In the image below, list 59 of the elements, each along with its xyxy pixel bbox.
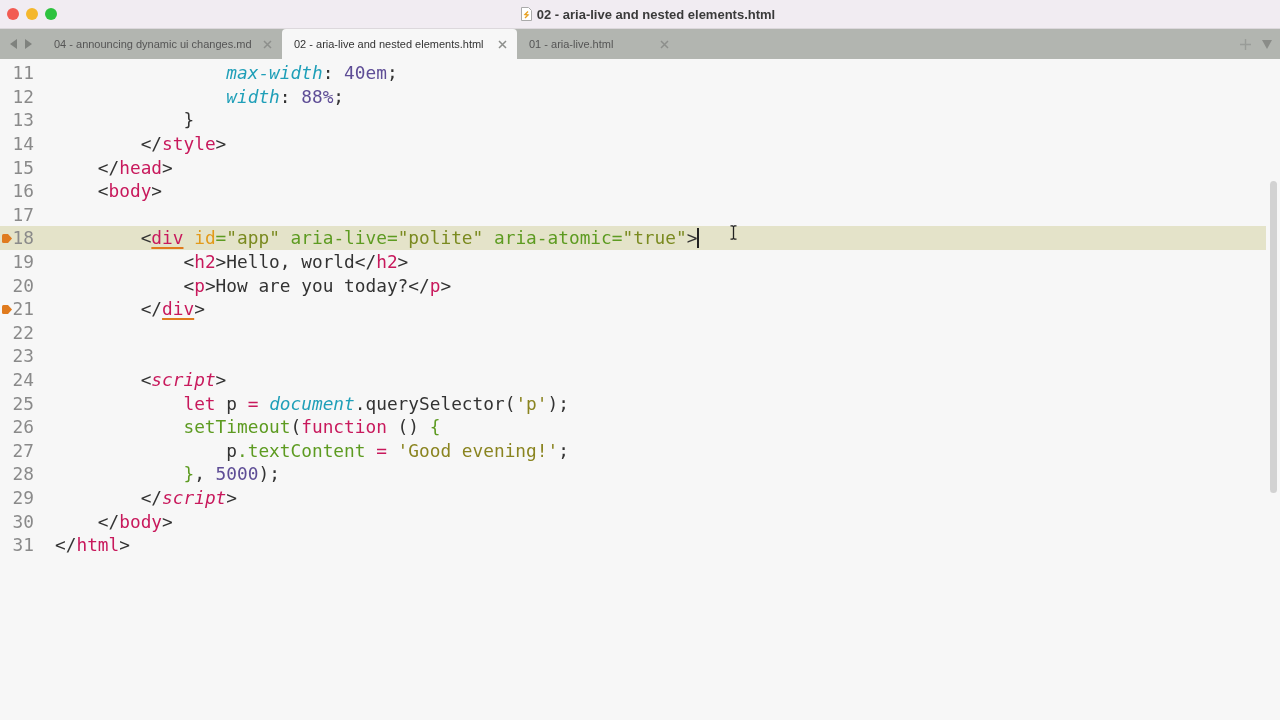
bookmark-tag-icon[interactable] xyxy=(2,234,12,244)
code-line: </style> xyxy=(140,133,227,155)
code-line: <h2>Hello, world</h2> xyxy=(183,251,409,273)
code-line: </html> xyxy=(55,534,130,556)
line-number: 15 xyxy=(12,156,34,178)
code-line: <p>How are you today?</p> xyxy=(183,274,452,296)
window-title: 02 - aria-live and nested elements.html xyxy=(536,6,776,22)
close-window-button[interactable] xyxy=(7,8,19,20)
code-line: <script> xyxy=(140,369,227,390)
line-number: 29 xyxy=(12,487,34,508)
line-number: 24 xyxy=(12,369,34,390)
line-number: 16 xyxy=(12,180,34,202)
scrollbar-thumb[interactable] xyxy=(1270,181,1277,493)
code-line: </div> xyxy=(140,298,205,320)
ibeam-pointer-icon xyxy=(729,225,737,241)
code-line: width: 88%; xyxy=(226,85,345,107)
line-number: 12 xyxy=(12,85,34,107)
line-number: 21 xyxy=(12,298,34,320)
code-line: </body> xyxy=(97,510,173,532)
line-number: 28 xyxy=(12,463,34,485)
text-cursor xyxy=(697,227,699,248)
line-number: 17 xyxy=(12,203,34,225)
close-icon[interactable] xyxy=(660,39,669,49)
plus-icon[interactable] xyxy=(1240,38,1251,50)
code-line: } xyxy=(183,109,195,131)
line-number: 18 xyxy=(12,227,34,249)
line-number: 25 xyxy=(12,392,34,414)
code-line: setTimeout(function () { xyxy=(183,416,441,438)
line-number: 19 xyxy=(12,251,34,273)
line-number: 23 xyxy=(12,345,34,367)
bookmark-tag-icon[interactable] xyxy=(2,305,12,315)
file-tab[interactable]: 01 - aria-live.html xyxy=(517,29,679,59)
forward-arrow-icon[interactable] xyxy=(24,39,32,49)
line-number: 27 xyxy=(12,439,34,461)
close-icon[interactable] xyxy=(263,39,272,49)
line-number: 20 xyxy=(12,274,34,296)
line-number: 26 xyxy=(12,416,34,438)
code-line: }, 5000); xyxy=(183,463,280,485)
line-number: 14 xyxy=(12,133,34,155)
minimize-window-button[interactable] xyxy=(26,8,38,20)
code-line: <body> xyxy=(97,180,163,202)
back-arrow-icon[interactable] xyxy=(10,39,18,49)
code-line: <div id="app" aria-live="polite" aria-atomic="true"> xyxy=(140,227,698,249)
code-line: </script> xyxy=(140,487,237,508)
file-tab[interactable]: 04 - announcing dynamic ui changes.md xyxy=(42,29,282,59)
line-number: 30 xyxy=(12,510,34,532)
file-tab[interactable]: 02 - aria-live and nested elements.html xyxy=(282,29,517,59)
zoom-window-button[interactable] xyxy=(45,8,57,20)
dropdown-triangle-icon[interactable] xyxy=(1262,39,1272,49)
line-number: 11 xyxy=(12,62,34,84)
line-number: 13 xyxy=(12,109,34,131)
code-line: p.textContent = 'Good evening!'; xyxy=(226,439,569,461)
code-line: let p = document.querySelector('p'); xyxy=(183,392,569,414)
file-icon xyxy=(520,7,532,21)
code-line: </head> xyxy=(97,156,173,178)
line-number: 31 xyxy=(12,534,34,556)
code-line: max-width: 40em; xyxy=(226,62,398,84)
line-number: 22 xyxy=(12,321,34,343)
close-icon[interactable] xyxy=(498,39,507,49)
